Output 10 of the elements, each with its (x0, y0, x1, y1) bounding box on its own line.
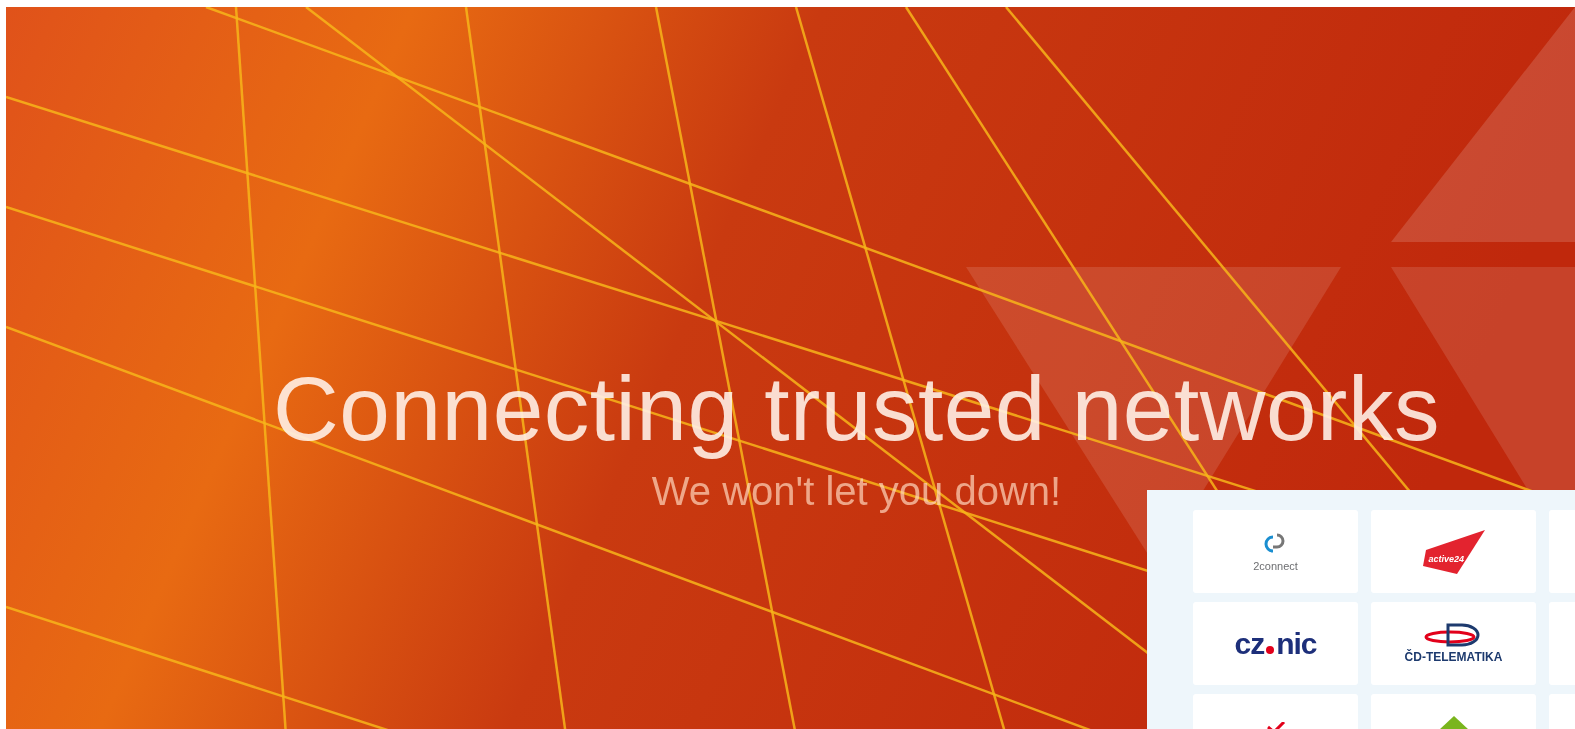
logo-text: 2connect (1253, 560, 1298, 572)
logo-card[interactable]: ČD-TELEMATIKA (1371, 602, 1536, 685)
logo-text: cz nic (1234, 626, 1317, 661)
logo-card[interactable]: 2connect (1193, 510, 1358, 593)
logo-text: ČD-TELEMATIKA (1404, 650, 1503, 664)
leaf-icon (1438, 716, 1469, 729)
triangle-logo: active24 (1422, 529, 1485, 574)
logo-card[interactable]: active24 (1371, 510, 1536, 593)
logo-card[interactable]: cz nic (1193, 602, 1358, 685)
check-icon (1265, 722, 1286, 729)
